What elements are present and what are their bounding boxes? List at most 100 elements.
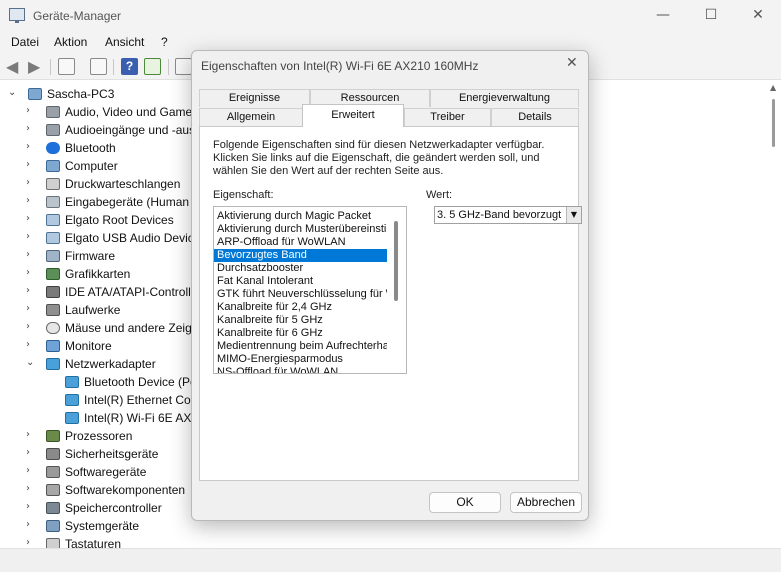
chevron-right-icon[interactable]: ›: [26, 483, 30, 494]
chevron-right-icon[interactable]: ›: [26, 249, 30, 260]
cancel-button[interactable]: Abbrechen: [510, 492, 582, 513]
property-list-item[interactable]: Durchsatzbooster: [214, 262, 387, 275]
help-icon[interactable]: ?: [121, 58, 138, 75]
network-adapter-icon: [46, 358, 60, 370]
chevron-down-icon[interactable]: ⌄: [26, 357, 34, 368]
system-device-icon: [46, 520, 60, 532]
close-icon[interactable]: ✕: [566, 55, 578, 71]
property-list-item[interactable]: Bevorzugtes Band: [214, 249, 387, 262]
menu-aktion[interactable]: Aktion: [54, 35, 87, 49]
tree-item-label: Laufwerke: [65, 303, 121, 317]
chevron-right-icon[interactable]: ›: [26, 213, 30, 224]
toolbar-separator: [168, 59, 169, 75]
chevron-right-icon[interactable]: ›: [26, 177, 30, 188]
chevron-right-icon[interactable]: ›: [26, 105, 30, 116]
processor-icon: [46, 430, 60, 442]
tree-item-label: Monitore: [65, 339, 112, 353]
menu-datei[interactable]: Datei: [11, 35, 39, 49]
property-list-item[interactable]: Kanalbreite für 2,4 GHz: [214, 301, 387, 314]
firmware-icon: [46, 250, 60, 262]
property-listbox[interactable]: Aktivierung durch Magic Packet Aktivierun…: [213, 206, 407, 374]
chevron-down-icon[interactable]: ⌄: [8, 87, 16, 98]
back-arrow-icon[interactable]: ◀: [6, 58, 22, 75]
property-list-item[interactable]: MIMO-Energiesparmodus: [214, 353, 387, 366]
maximize-button[interactable]: ☐: [688, 0, 734, 31]
property-list-item[interactable]: Aktivierung durch Magic Packet: [214, 210, 387, 223]
network-adapter-icon: [65, 394, 79, 406]
chevron-right-icon[interactable]: ›: [26, 231, 30, 242]
tab-details[interactable]: Details: [491, 108, 579, 126]
scrollbar-thumb[interactable]: [772, 99, 775, 147]
tree-item-label: Tastaturen: [65, 537, 122, 548]
property-list-item[interactable]: NS-Offload für WoWLAN: [214, 366, 387, 373]
device-manager-icon: [9, 8, 25, 23]
tree-item-label: Computer: [65, 159, 118, 173]
tab-ereignisse[interactable]: Ereignisse: [199, 89, 310, 107]
property-list-item[interactable]: Fat Kanal Intolerant: [214, 275, 387, 288]
property-list-item[interactable]: Kanalbreite für 6 GHz: [214, 327, 387, 340]
chevron-right-icon[interactable]: ›: [26, 537, 30, 548]
chevron-right-icon[interactable]: ›: [26, 123, 30, 134]
dropdown-arrow-icon[interactable]: ▼: [566, 207, 581, 223]
tree-item-label: Softwaregeräte: [65, 465, 147, 479]
minimize-button[interactable]: —: [640, 0, 686, 31]
chevron-right-icon[interactable]: ›: [26, 465, 30, 476]
property-label: Eigenschaft:: [213, 189, 274, 201]
status-bar: [0, 548, 781, 572]
tree-item-label: Bluetooth: [65, 141, 116, 155]
scroll-up-icon[interactable]: ▲: [770, 83, 776, 92]
computer-icon[interactable]: [175, 58, 192, 75]
mouse-icon: [46, 322, 60, 334]
tree-item-label: Elgato Root Devices: [65, 213, 174, 227]
tree-item-label: Prozessoren: [65, 429, 133, 443]
computer-icon: [28, 88, 42, 100]
chevron-right-icon[interactable]: ›: [26, 141, 30, 152]
chevron-right-icon[interactable]: ›: [26, 501, 30, 512]
dialog-title: Eigenschaften von Intel(R) Wi-Fi 6E AX21…: [201, 59, 479, 73]
listbox-scrollbar-thumb[interactable]: [394, 221, 398, 301]
forward-arrow-icon[interactable]: ▶: [28, 58, 44, 75]
property-list-item[interactable]: Aktivierung durch Musterübereinstimmung: [214, 223, 387, 236]
chevron-right-icon[interactable]: ›: [26, 303, 30, 314]
document-icon[interactable]: [90, 58, 107, 75]
chevron-right-icon[interactable]: ›: [26, 519, 30, 530]
ok-button[interactable]: OK: [429, 492, 501, 513]
chevron-right-icon[interactable]: ›: [26, 321, 30, 332]
tree-item-label: Systemgeräte: [65, 519, 140, 533]
software-component-icon: [46, 484, 60, 496]
value-combobox[interactable]: 3. 5 GHz-Band bevorzugt ▼: [434, 206, 582, 224]
chevron-right-icon[interactable]: ›: [26, 447, 30, 458]
speaker-icon: [46, 106, 60, 118]
chevron-right-icon[interactable]: ›: [26, 195, 30, 206]
network-adapter-icon: [65, 412, 79, 424]
tab-energieverwaltung[interactable]: Energieverwaltung: [430, 89, 579, 107]
storage-controller-icon: [46, 502, 60, 514]
tree-scrollbar[interactable]: ▲: [767, 81, 781, 548]
network-adapter-icon: [65, 376, 79, 388]
scan-hardware-icon[interactable]: [144, 58, 161, 75]
tree-category-item[interactable]: › Tastaturen: [0, 535, 767, 548]
property-list-item[interactable]: ARP-Offload für WoWLAN: [214, 236, 387, 249]
device-icon: [46, 214, 60, 226]
chevron-right-icon[interactable]: ›: [26, 267, 30, 278]
bluetooth-icon: [46, 142, 60, 154]
tree-item-label: Elgato USB Audio Devices: [65, 231, 207, 245]
hid-icon: [46, 196, 60, 208]
chevron-right-icon[interactable]: ›: [26, 339, 30, 350]
property-list-item[interactable]: GTK führt Neuverschlüsselung für WoWLAN: [214, 288, 387, 301]
chevron-right-icon[interactable]: ›: [26, 429, 30, 440]
property-list-item[interactable]: Kanalbreite für 5 GHz: [214, 314, 387, 327]
close-button[interactable]: ✕: [735, 0, 781, 31]
property-list-item[interactable]: Medientrennung beim Aufrechterhalten: [214, 340, 387, 353]
tab-treiber[interactable]: Treiber: [404, 108, 491, 126]
chevron-right-icon[interactable]: ›: [26, 285, 30, 296]
menu-help[interactable]: ?: [161, 35, 168, 49]
chevron-right-icon[interactable]: ›: [26, 159, 30, 170]
tab-erweitert[interactable]: Erweitert: [302, 104, 404, 127]
tree-item-label: Firmware: [65, 249, 115, 263]
menu-ansicht[interactable]: Ansicht: [105, 35, 144, 49]
tab-allgemein[interactable]: Allgemein: [199, 108, 303, 126]
properties-list-icon[interactable]: [58, 58, 75, 75]
tree-item-label: Speichercontroller: [65, 501, 162, 515]
tree-root-label: Sascha-PC3: [47, 87, 115, 101]
